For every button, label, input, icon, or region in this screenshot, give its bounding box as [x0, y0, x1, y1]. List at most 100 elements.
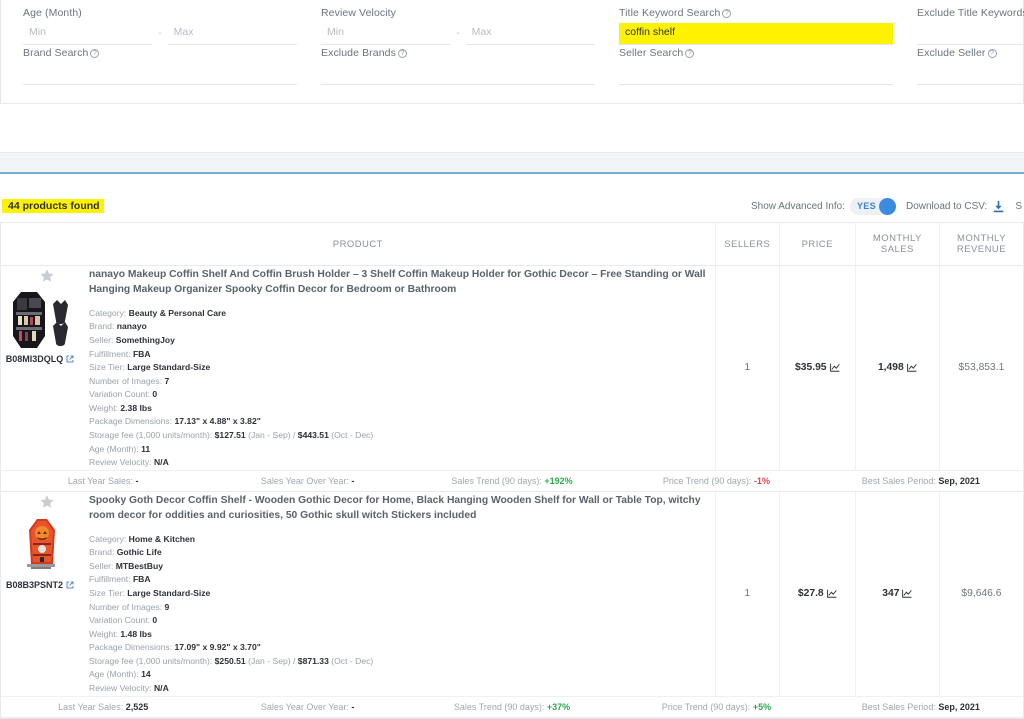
show-advanced-info-toggle[interactable]: YES [850, 198, 896, 215]
seller-search-label: Seller Search? [619, 47, 893, 59]
attr-key: Brand: [89, 321, 114, 331]
attr-key: Package Dimensions: [89, 416, 172, 426]
best-sales-period-value: Sep, 2021 [938, 702, 980, 712]
product-attributes: Category: Beauty & Personal Care Brand: … [89, 307, 715, 470]
attr-number-of-images: Number of Images: 7 [89, 375, 715, 389]
attr-key: Package Dimensions: [89, 642, 172, 652]
price-trend-label: Price Trend (90 days): [663, 476, 752, 486]
age-month-min-input[interactable] [23, 23, 152, 45]
sellers-value: 1 [744, 362, 750, 373]
price-chart-icon[interactable] [827, 589, 837, 598]
exclude-brands-input[interactable] [321, 63, 595, 85]
exclude-title-keywords-input[interactable] [917, 23, 1024, 45]
sales-yoy-label: Sales Year Over Year: [261, 702, 349, 712]
review-velocity-min-input[interactable] [321, 23, 450, 45]
products-table-head: PRODUCT SELLERS PRICE MONTHLY SALES MONT… [1, 223, 1024, 266]
attr-number-of-images: Number of Images: 9 [89, 601, 715, 615]
attr-value: 7 [164, 376, 169, 386]
section-divider-band [0, 152, 1024, 174]
price-value-wrap[interactable]: $27.8 [798, 588, 837, 599]
products-table: PRODUCT SELLERS PRICE MONTHLY SALES MONT… [0, 222, 1024, 719]
monthly-sales-cell: 1,498 [855, 266, 939, 470]
storage-fee-value-1: $127.51 [215, 430, 246, 440]
column-header-sellers[interactable]: SELLERS [715, 223, 779, 266]
price-chart-icon[interactable] [830, 363, 840, 372]
show-advanced-info-value: YES [850, 201, 876, 211]
attr-value: N/A [154, 457, 169, 467]
row-summary-cell: Last Year Sales: 2,525 Sales Year Over Y… [1, 696, 1024, 719]
attr-key: Storage fee (1,000 units/month): [89, 656, 212, 666]
exclude-seller-input[interactable] [917, 63, 1024, 85]
attr-value: 0 [152, 389, 157, 399]
sales-trend-90-days: Sales Trend (90 days): +192% [410, 476, 614, 486]
toggle-knob[interactable] [879, 198, 896, 215]
download-csv-control[interactable]: Download to CSV: [906, 200, 1005, 213]
attr-key: Fulfillment: [89, 574, 131, 584]
help-icon[interactable]: ? [90, 49, 99, 58]
brand-search-input[interactable] [23, 63, 297, 85]
show-advanced-info-control[interactable]: Show Advanced Info: YES [751, 198, 896, 215]
product-thumbnail[interactable] [7, 290, 73, 350]
attr-storage-fee: Storage fee (1,000 units/month): $250.51… [89, 655, 715, 669]
column-header-monthly-sales[interactable]: MONTHLY SALES [855, 223, 939, 266]
sellers-cell: 1 [715, 492, 779, 696]
product-asin[interactable]: B08B3PSNT2 [6, 580, 74, 590]
attr-value: Large Standard-Size [127, 362, 210, 372]
last-year-sales: Last Year Sales: - [1, 476, 205, 486]
seller-search-input[interactable] [619, 63, 893, 85]
column-header-monthly-revenue[interactable]: MONTHLY REVENUE [939, 223, 1023, 266]
attr-value: FBA [133, 349, 151, 359]
product-thumbnail[interactable] [7, 516, 73, 576]
last-year-sales-value: - [135, 476, 138, 486]
storage-fee-season-2: (Oct - Dec) [331, 656, 373, 666]
filter-column-review-velocity: Review Velocity - Exclude Brands? [309, 0, 607, 85]
attr-value: 0 [152, 615, 157, 625]
monthly-sales-value: 347 [882, 588, 899, 599]
attr-fulfillment: Fulfillment: FBA [89, 348, 715, 362]
review-velocity-max-wrap [466, 22, 595, 45]
sales-year-over-year: Sales Year Over Year: - [205, 702, 409, 712]
help-icon[interactable]: ? [988, 49, 997, 58]
monthly-sales-value-wrap[interactable]: 347 [882, 588, 912, 599]
monthly-sales-chart-icon[interactable] [907, 363, 917, 372]
product-attributes: Category: Home & Kitchen Brand: Gothic L… [89, 533, 715, 696]
external-link-icon[interactable] [66, 581, 74, 589]
row-summary-cell: Last Year Sales: - Sales Year Over Year:… [1, 470, 1024, 492]
column-header-product[interactable]: PRODUCT [1, 223, 716, 266]
attr-key: Age (Month): [89, 444, 139, 454]
help-icon[interactable]: ? [722, 9, 731, 18]
review-velocity-max-input[interactable] [466, 23, 595, 45]
attr-key: Seller: [89, 335, 113, 345]
external-link-icon[interactable] [66, 355, 74, 363]
product-asin[interactable]: B08MI3DQLQ [6, 354, 75, 364]
column-header-price[interactable]: PRICE [779, 223, 855, 266]
favorite-star-icon[interactable] [25, 494, 55, 516]
storage-fee-season-2: (Oct - Dec) [331, 430, 373, 440]
price-value-wrap[interactable]: $35.95 [795, 362, 840, 373]
attr-value: Large Standard-Size [127, 588, 210, 598]
attr-value: SomethingJoy [116, 335, 175, 345]
attr-key: Weight: [89, 403, 118, 413]
favorite-star-icon[interactable] [25, 268, 55, 290]
age-month-max-wrap [168, 22, 297, 45]
best-sales-period-label: Best Sales Period: [862, 702, 936, 712]
help-icon[interactable]: ? [398, 49, 407, 58]
title-keyword-search-input[interactable] [619, 23, 893, 45]
monthly-revenue-cell: $53,853.1 [939, 266, 1023, 470]
monthly-sales-cell: 347 [855, 492, 939, 696]
attr-package-dimensions: Package Dimensions: 17.13" x 4.88" x 3.8… [89, 415, 715, 429]
product-title[interactable]: nanayo Makeup Coffin Shelf And Coffin Br… [89, 268, 715, 298]
product-info-column: nanayo Makeup Coffin Shelf And Coffin Br… [83, 266, 715, 470]
attr-value: FBA [133, 574, 151, 584]
table-row[interactable]: B08B3PSNT2 Spooky Goth Decor Coffin Shel… [1, 492, 1024, 696]
monthly-sales-value-wrap[interactable]: 1,498 [878, 362, 917, 373]
product-cell: B08MI3DQLQ nanayo Makeup Coffin Shelf An… [1, 266, 716, 470]
age-month-max-input[interactable] [168, 23, 297, 45]
table-row[interactable]: B08MI3DQLQ nanayo Makeup Coffin Shelf An… [1, 266, 1024, 470]
product-title[interactable]: Spooky Goth Decor Coffin Shelf - Wooden … [89, 494, 715, 524]
show-advanced-info-label: Show Advanced Info: [751, 201, 845, 212]
download-icon[interactable] [992, 200, 1005, 213]
monthly-sales-chart-icon[interactable] [902, 589, 912, 598]
help-icon[interactable]: ? [685, 49, 694, 58]
attr-size-tier: Size Tier: Large Standard-Size [89, 587, 715, 601]
